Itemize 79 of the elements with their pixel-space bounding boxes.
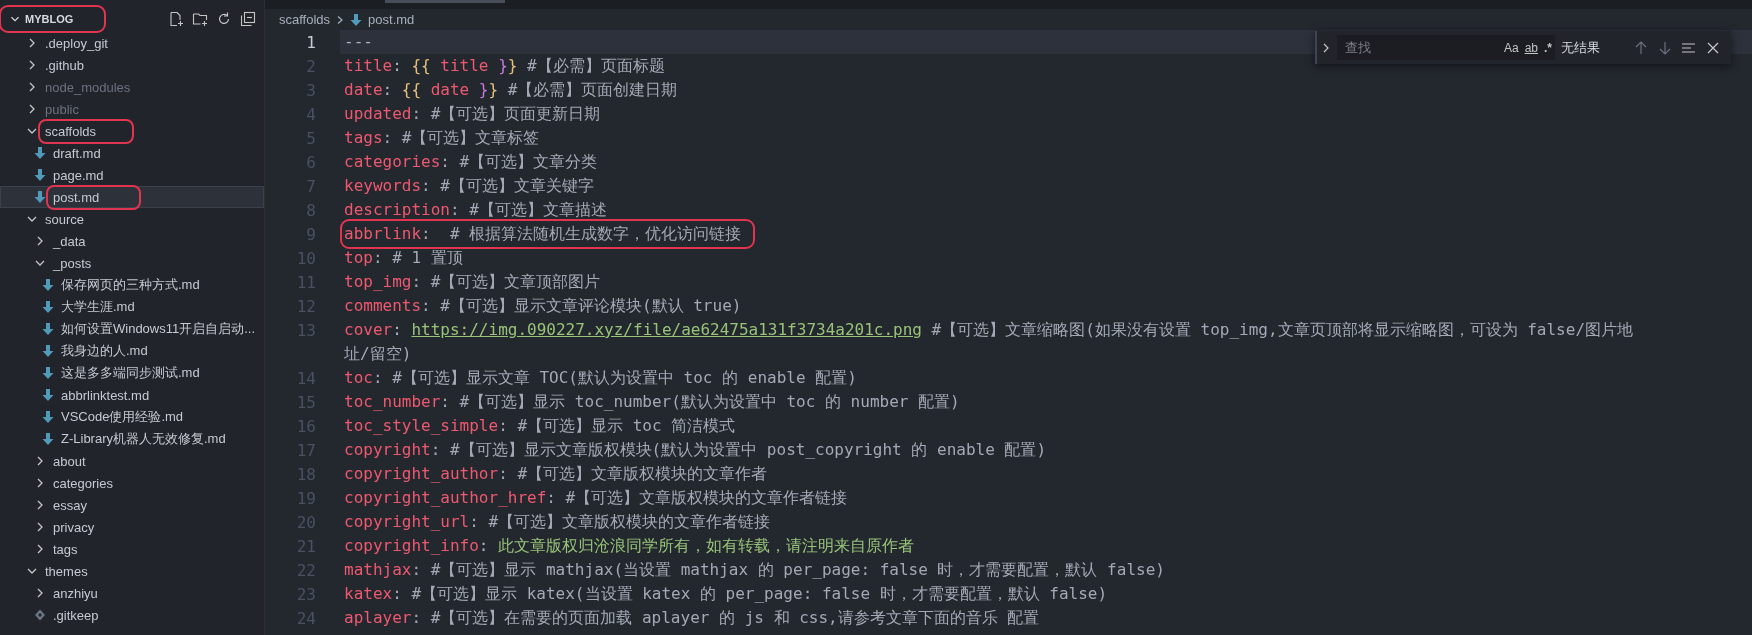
code-text: --- xyxy=(344,31,373,53)
code-text: top_img: #【可选】文章顶部图片 xyxy=(344,271,601,293)
markdown-file-icon xyxy=(42,388,54,402)
tree-item[interactable]: _posts xyxy=(0,252,264,274)
code-text: copyright_author_href: #【可选】文章版权模块的文章作者链接 xyxy=(344,487,848,509)
markdown-file-icon xyxy=(42,366,54,380)
code-text: toc_number: #【可选】显示 toc_number(默认为设置中 toc 的 number 配置) xyxy=(344,391,960,413)
tree-item[interactable]: VSCode使用经验.md xyxy=(0,406,264,428)
tree-item[interactable]: _data xyxy=(0,230,264,252)
code-text: tags: #【可选】文章标签 xyxy=(344,127,540,149)
code-text: aplayer: #【可选】在需要的页面加载 aplayer 的 js 和 css,请参考文章下面的音乐 配置 xyxy=(344,607,1040,629)
explorer-section-header[interactable]: MYBLOG xyxy=(4,10,102,28)
tree-item[interactable]: .deploy_git xyxy=(0,32,264,54)
match-word-button[interactable]: ab xyxy=(1521,40,1541,55)
code-text: copyright_url: #【可选】文章版权模块的文章作者链接 xyxy=(344,511,771,533)
tree-item[interactable]: page.md xyxy=(0,164,264,186)
tree-item[interactable]: 如何设置Windows11开启自启动... xyxy=(0,318,264,340)
refresh-icon[interactable] xyxy=(216,11,232,27)
arrow-down-icon[interactable] xyxy=(1657,39,1673,56)
code-text: categories: #【可选】文章分类 xyxy=(344,151,598,173)
tree-item[interactable]: scaffolds xyxy=(0,120,264,142)
breadcrumb-item[interactable]: post.md xyxy=(348,12,417,27)
regex-button[interactable]: .* xyxy=(1541,40,1555,55)
tree-item[interactable]: privacy xyxy=(0,516,264,538)
tree-item[interactable]: 这是多多端同步测试.md xyxy=(0,362,264,384)
code-text: mathjax: #【可选】显示 mathjax(当设置 mathjax 的 per_page: false 时，才需要配置，默认 false) xyxy=(344,559,1165,581)
markdown-file-icon xyxy=(42,300,54,314)
tree-item[interactable]: themes xyxy=(0,560,264,582)
markdown-file-icon xyxy=(350,12,363,27)
find-result-status: 无结果 xyxy=(1561,38,1600,57)
code-text: updated: #【可选】页面更新日期 xyxy=(344,103,601,125)
code-text: comments: #【可选】显示文章评论模块(默认 true) xyxy=(344,295,742,317)
breadcrumb-item[interactable]: scaffolds xyxy=(277,12,333,27)
collapse-all-icon[interactable] xyxy=(240,11,256,27)
tree-item[interactable]: 我身边的人.md xyxy=(0,340,264,362)
markdown-file-icon xyxy=(42,432,54,446)
tree-item[interactable]: Z-Library机器人无效修复.md xyxy=(0,428,264,450)
code-text: date: {{ date }} #【必需】页面创建日期 xyxy=(344,79,678,101)
code-text: top: # 1 置顶 xyxy=(344,247,463,269)
code-text: 址/留空) xyxy=(344,343,412,365)
code-text: toc: #【可选】显示文章 TOC(默认为设置中 toc 的 enable 配置) xyxy=(344,367,857,389)
code-text: copyright: #【可选】显示文章版权模块(默认为设置中 post_copyright 的 enable 配置) xyxy=(344,439,1047,461)
markdown-file-icon xyxy=(42,344,54,358)
tree-item[interactable]: source xyxy=(0,208,264,230)
tree-item[interactable]: .github xyxy=(0,54,264,76)
markdown-file-icon xyxy=(34,168,46,182)
tree-item[interactable]: tags xyxy=(0,538,264,560)
tree-item[interactable]: 大学生涯.md xyxy=(0,296,264,318)
markdown-file-icon xyxy=(42,278,54,292)
tree-item[interactable]: categories xyxy=(0,472,264,494)
tree-item[interactable]: .gitkeep xyxy=(0,604,264,626)
code-text: katex: #【可选】显示 katex(当设置 katex 的 per_page: false 时，才需要配置，默认 false) xyxy=(344,583,1108,605)
tree-item[interactable]: abbrlinktest.md xyxy=(0,384,264,406)
tree-item[interactable]: 保存网页的三种方式.md xyxy=(0,274,264,296)
link[interactable]: https://img.090227.xyz/file/ae62475a131f3734a201c.png xyxy=(411,320,922,339)
tree-item[interactable]: anzhiyu xyxy=(0,582,264,604)
markdown-file-icon xyxy=(42,410,54,424)
code-text: description: #【可选】文章描述 xyxy=(344,199,607,221)
match-case-button[interactable]: Aa xyxy=(1500,40,1522,55)
tab-scrollbar[interactable] xyxy=(385,0,505,3)
tree-item[interactable]: about xyxy=(0,450,264,472)
code-text: copyright_author: #【可选】文章版权模块的文章作者 xyxy=(344,463,768,485)
find-input-field[interactable]: 查找 Aa ab .* xyxy=(1337,35,1555,60)
new-folder-icon[interactable] xyxy=(192,11,208,27)
code-text: toc_style_simple: #【可选】显示 toc 简洁模式 xyxy=(344,415,736,437)
markdown-file-icon xyxy=(34,146,46,160)
arrow-up-icon[interactable] xyxy=(1633,39,1649,56)
tree-item[interactable]: post.md xyxy=(0,186,264,208)
code-text: title: {{ title }} #【必需】页面标题 xyxy=(344,55,665,77)
code-text: cover: https://img.090227.xyz/file/ae62475a131f3734a201c.png #【可选】文章缩略图(如果没有设置 top_img,文章页顶部将显示缩略图，可设为 false/图片地 xyxy=(344,319,1633,341)
diamond-file-icon xyxy=(34,608,46,622)
tree-item[interactable]: essay xyxy=(0,494,264,516)
markdown-file-icon xyxy=(42,322,54,336)
tree-item[interactable]: draft.md xyxy=(0,142,264,164)
markdown-file-icon xyxy=(34,190,46,204)
code-text: keywords: #【可选】文章关键字 xyxy=(344,175,594,197)
code-text: copyright_info: 此文章版权归沧浪同学所有，如有转载，请注明来自原作者 xyxy=(344,535,915,557)
line-number: 1 xyxy=(305,32,316,52)
new-file-icon[interactable] xyxy=(168,11,184,27)
